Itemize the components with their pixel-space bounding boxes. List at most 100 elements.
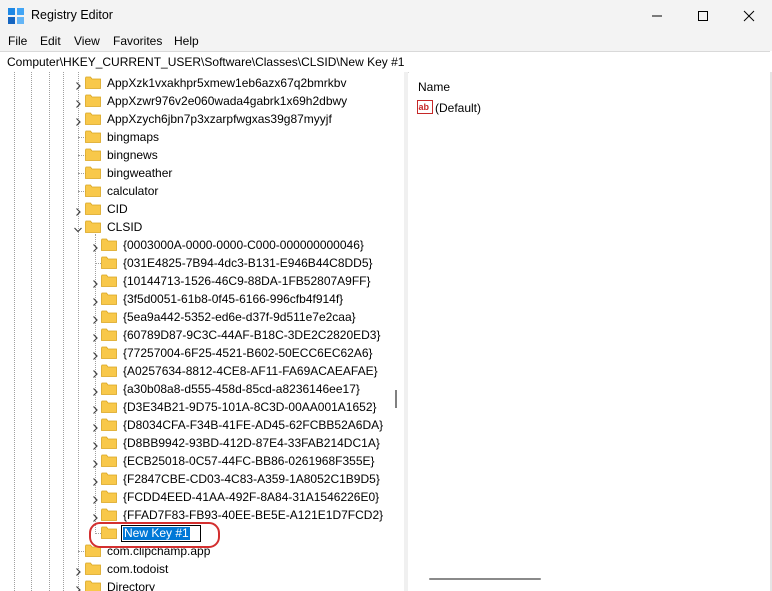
tree-item[interactable]: bingnews bbox=[0, 146, 404, 164]
tree-item[interactable]: {77257004-6F25-4521-B602-50ECC6EC62A6} bbox=[0, 344, 404, 362]
chevron-right-icon[interactable] bbox=[74, 79, 82, 90]
tree-item[interactable]: CLSID bbox=[0, 218, 404, 236]
chevron-right-icon[interactable] bbox=[74, 205, 82, 216]
chevron-right-icon[interactable] bbox=[74, 97, 82, 108]
tree-item[interactable]: {3f5d0051-61b8-0f45-6166-996cfb4f914f} bbox=[0, 290, 404, 308]
tree-item-label[interactable]: {5ea9a442-5352-ed6e-d37f-9d511e7e2caa} bbox=[123, 310, 356, 324]
tree-item[interactable]: {60789D87-9C3C-44AF-B18C-3DE2C2820ED3} bbox=[0, 326, 404, 344]
tree-item-label[interactable]: {F2847CBE-CD03-4C83-A359-1A8052C1B9D5} bbox=[123, 472, 380, 486]
address-bar[interactable]: Computer\HKEY_CURRENT_USER\Software\Clas… bbox=[0, 51, 770, 73]
horizontal-scrollbar[interactable] bbox=[429, 578, 541, 580]
tree-item-label[interactable]: {3f5d0051-61b8-0f45-6166-996cfb4f914f} bbox=[123, 292, 343, 306]
pane-splitter[interactable] bbox=[404, 72, 408, 591]
splitter-grip[interactable] bbox=[395, 390, 397, 408]
tree-item-label[interactable]: {D8034CFA-F34B-41FE-AD45-62FCBB52A6DA} bbox=[123, 418, 383, 432]
folder-icon bbox=[85, 220, 101, 233]
chevron-right-icon[interactable] bbox=[91, 439, 99, 450]
tree-item-label[interactable]: {0003000A-0000-0000-C000-000000000046} bbox=[123, 238, 364, 252]
tree-item[interactable]: {0003000A-0000-0000-C000-000000000046} bbox=[0, 236, 404, 254]
chevron-right-icon[interactable] bbox=[91, 493, 99, 504]
tree-item[interactable]: {D3E34B21-9D75-101A-8C3D-00AA001A1652} bbox=[0, 398, 404, 416]
minimize-icon bbox=[652, 15, 662, 17]
chevron-right-icon[interactable] bbox=[91, 457, 99, 468]
tree-item[interactable]: Directory bbox=[0, 578, 404, 591]
tree-item[interactable]: bingweather bbox=[0, 164, 404, 182]
chevron-right-icon[interactable] bbox=[91, 367, 99, 378]
chevron-right-icon[interactable] bbox=[91, 421, 99, 432]
tree-item[interactable]: AppXzych6jbn7p3xzarpfwgxas39g87myyjf bbox=[0, 110, 404, 128]
tree-item[interactable]: calculator bbox=[0, 182, 404, 200]
tree-item[interactable]: {FCDD4EED-41AA-492F-8A84-31A1546226E0} bbox=[0, 488, 404, 506]
tree-item[interactable]: {A0257634-8812-4CE8-AF11-FA69ACAEAFAE} bbox=[0, 362, 404, 380]
tree-item[interactable]: {F2847CBE-CD03-4C83-A359-1A8052C1B9D5} bbox=[0, 470, 404, 488]
tree-item[interactable]: {ECB25018-0C57-44FC-BB86-0261968F355E} bbox=[0, 452, 404, 470]
tree-item-label[interactable]: {FFAD7F83-FB93-40EE-BE5E-A121E1D7FCD2} bbox=[123, 508, 383, 522]
menu-edit[interactable]: Edit bbox=[40, 34, 61, 48]
tree-item-label[interactable]: {77257004-6F25-4521-B602-50ECC6EC62A6} bbox=[123, 346, 373, 360]
tree-item[interactable]: {a30b08a8-d555-458d-85cd-a8236146ee17} bbox=[0, 380, 404, 398]
tree-item[interactable]: {10144713-1526-46C9-88DA-1FB52807A9FF} bbox=[0, 272, 404, 290]
folder-icon bbox=[85, 148, 101, 161]
menu-help[interactable]: Help bbox=[174, 34, 199, 48]
chevron-right-icon[interactable] bbox=[91, 403, 99, 414]
window-title: Registry Editor bbox=[31, 8, 113, 22]
tree-item-label[interactable]: bingweather bbox=[107, 166, 172, 180]
menu-file[interactable]: File bbox=[8, 34, 27, 48]
folder-icon bbox=[101, 328, 117, 341]
tree-item[interactable]: {5ea9a442-5352-ed6e-d37f-9d511e7e2caa} bbox=[0, 308, 404, 326]
tree-item-label[interactable]: {031E4825-7B94-4dc3-B131-E946B44C8DD5} bbox=[123, 256, 373, 270]
chevron-right-icon[interactable] bbox=[74, 583, 82, 591]
chevron-right-icon[interactable] bbox=[91, 475, 99, 486]
chevron-right-icon[interactable] bbox=[91, 331, 99, 342]
tree-item-label[interactable]: {A0257634-8812-4CE8-AF11-FA69ACAEAFAE} bbox=[123, 364, 378, 378]
menu-view[interactable]: View bbox=[74, 34, 100, 48]
tree-item[interactable]: {D8034CFA-F34B-41FE-AD45-62FCBB52A6DA} bbox=[0, 416, 404, 434]
tree-item[interactable]: AppXzk1vxakhpr5xmew1eb6azx67q2bmrkbv bbox=[0, 74, 404, 92]
tree-item-label[interactable]: CID bbox=[107, 202, 128, 216]
tree-item[interactable]: {D8BB9942-93BD-412D-87E4-33FAB214DC1A} bbox=[0, 434, 404, 452]
column-header-name[interactable]: Name bbox=[418, 80, 450, 94]
key-tree[interactable]: AppXzk1vxakhpr5xmew1eb6azx67q2bmrkbv AppX… bbox=[0, 72, 404, 591]
tree-item-label[interactable]: {a30b08a8-d555-458d-85cd-a8236146ee17} bbox=[123, 382, 360, 396]
tree-item-label[interactable]: Directory bbox=[107, 580, 155, 591]
tree-item-label[interactable]: {D8BB9942-93BD-412D-87E4-33FAB214DC1A} bbox=[123, 436, 380, 450]
tree-item-label[interactable]: {FCDD4EED-41AA-492F-8A84-31A1546226E0} bbox=[123, 490, 379, 504]
chevron-right-icon[interactable] bbox=[91, 349, 99, 360]
tree-item-label[interactable]: CLSID bbox=[107, 220, 142, 234]
menu-favorites[interactable]: Favorites bbox=[113, 34, 162, 48]
tree-item-label[interactable]: {D3E34B21-9D75-101A-8C3D-00AA001A1652} bbox=[123, 400, 377, 414]
tree-item[interactable]: CID bbox=[0, 200, 404, 218]
close-button[interactable] bbox=[726, 0, 772, 31]
minimize-button[interactable] bbox=[634, 0, 680, 31]
tree-item-label[interactable]: AppXzwr976v2e060wada4gabrk1x69h2dbwy bbox=[107, 94, 347, 108]
tree-item-label[interactable]: AppXzk1vxakhpr5xmew1eb6azx67q2bmrkbv bbox=[107, 76, 346, 90]
folder-icon bbox=[101, 418, 117, 431]
tree-item-label[interactable]: bingnews bbox=[107, 148, 158, 162]
chevron-right-icon[interactable] bbox=[74, 565, 82, 576]
tree-item-label[interactable]: com.todoist bbox=[107, 562, 168, 576]
chevron-right-icon[interactable] bbox=[91, 511, 99, 522]
folder-icon bbox=[85, 112, 101, 125]
chevron-down-icon[interactable] bbox=[74, 223, 82, 233]
values-pane[interactable]: Name ab (Default) bbox=[409, 72, 770, 591]
tree-item-label[interactable]: AppXzych6jbn7p3xzarpfwgxas39g87myyjf bbox=[107, 112, 332, 126]
tree-item-label[interactable]: calculator bbox=[107, 184, 158, 198]
maximize-button[interactable] bbox=[680, 0, 726, 31]
tree-item-label[interactable]: bingmaps bbox=[107, 130, 159, 144]
chevron-right-icon[interactable] bbox=[74, 115, 82, 126]
chevron-right-icon[interactable] bbox=[91, 295, 99, 306]
tree-item-label[interactable]: {60789D87-9C3C-44AF-B18C-3DE2C2820ED3} bbox=[123, 328, 380, 342]
chevron-right-icon[interactable] bbox=[91, 385, 99, 396]
address-path[interactable]: Computer\HKEY_CURRENT_USER\Software\Clas… bbox=[7, 55, 404, 69]
tree-item[interactable]: {031E4825-7B94-4dc3-B131-E946B44C8DD5} bbox=[0, 254, 404, 272]
tree-item-label[interactable]: {10144713-1526-46C9-88DA-1FB52807A9FF} bbox=[123, 274, 371, 288]
chevron-right-icon[interactable] bbox=[91, 313, 99, 324]
folder-icon bbox=[101, 400, 117, 413]
tree-item[interactable]: AppXzwr976v2e060wada4gabrk1x69h2dbwy bbox=[0, 92, 404, 110]
tree-item[interactable]: bingmaps bbox=[0, 128, 404, 146]
tree-item-label[interactable]: {ECB25018-0C57-44FC-BB86-0261968F355E} bbox=[123, 454, 375, 468]
chevron-right-icon[interactable] bbox=[91, 241, 99, 252]
value-name-default[interactable]: (Default) bbox=[435, 101, 481, 115]
chevron-right-icon[interactable] bbox=[91, 277, 99, 288]
tree-item[interactable]: com.todoist bbox=[0, 560, 404, 578]
